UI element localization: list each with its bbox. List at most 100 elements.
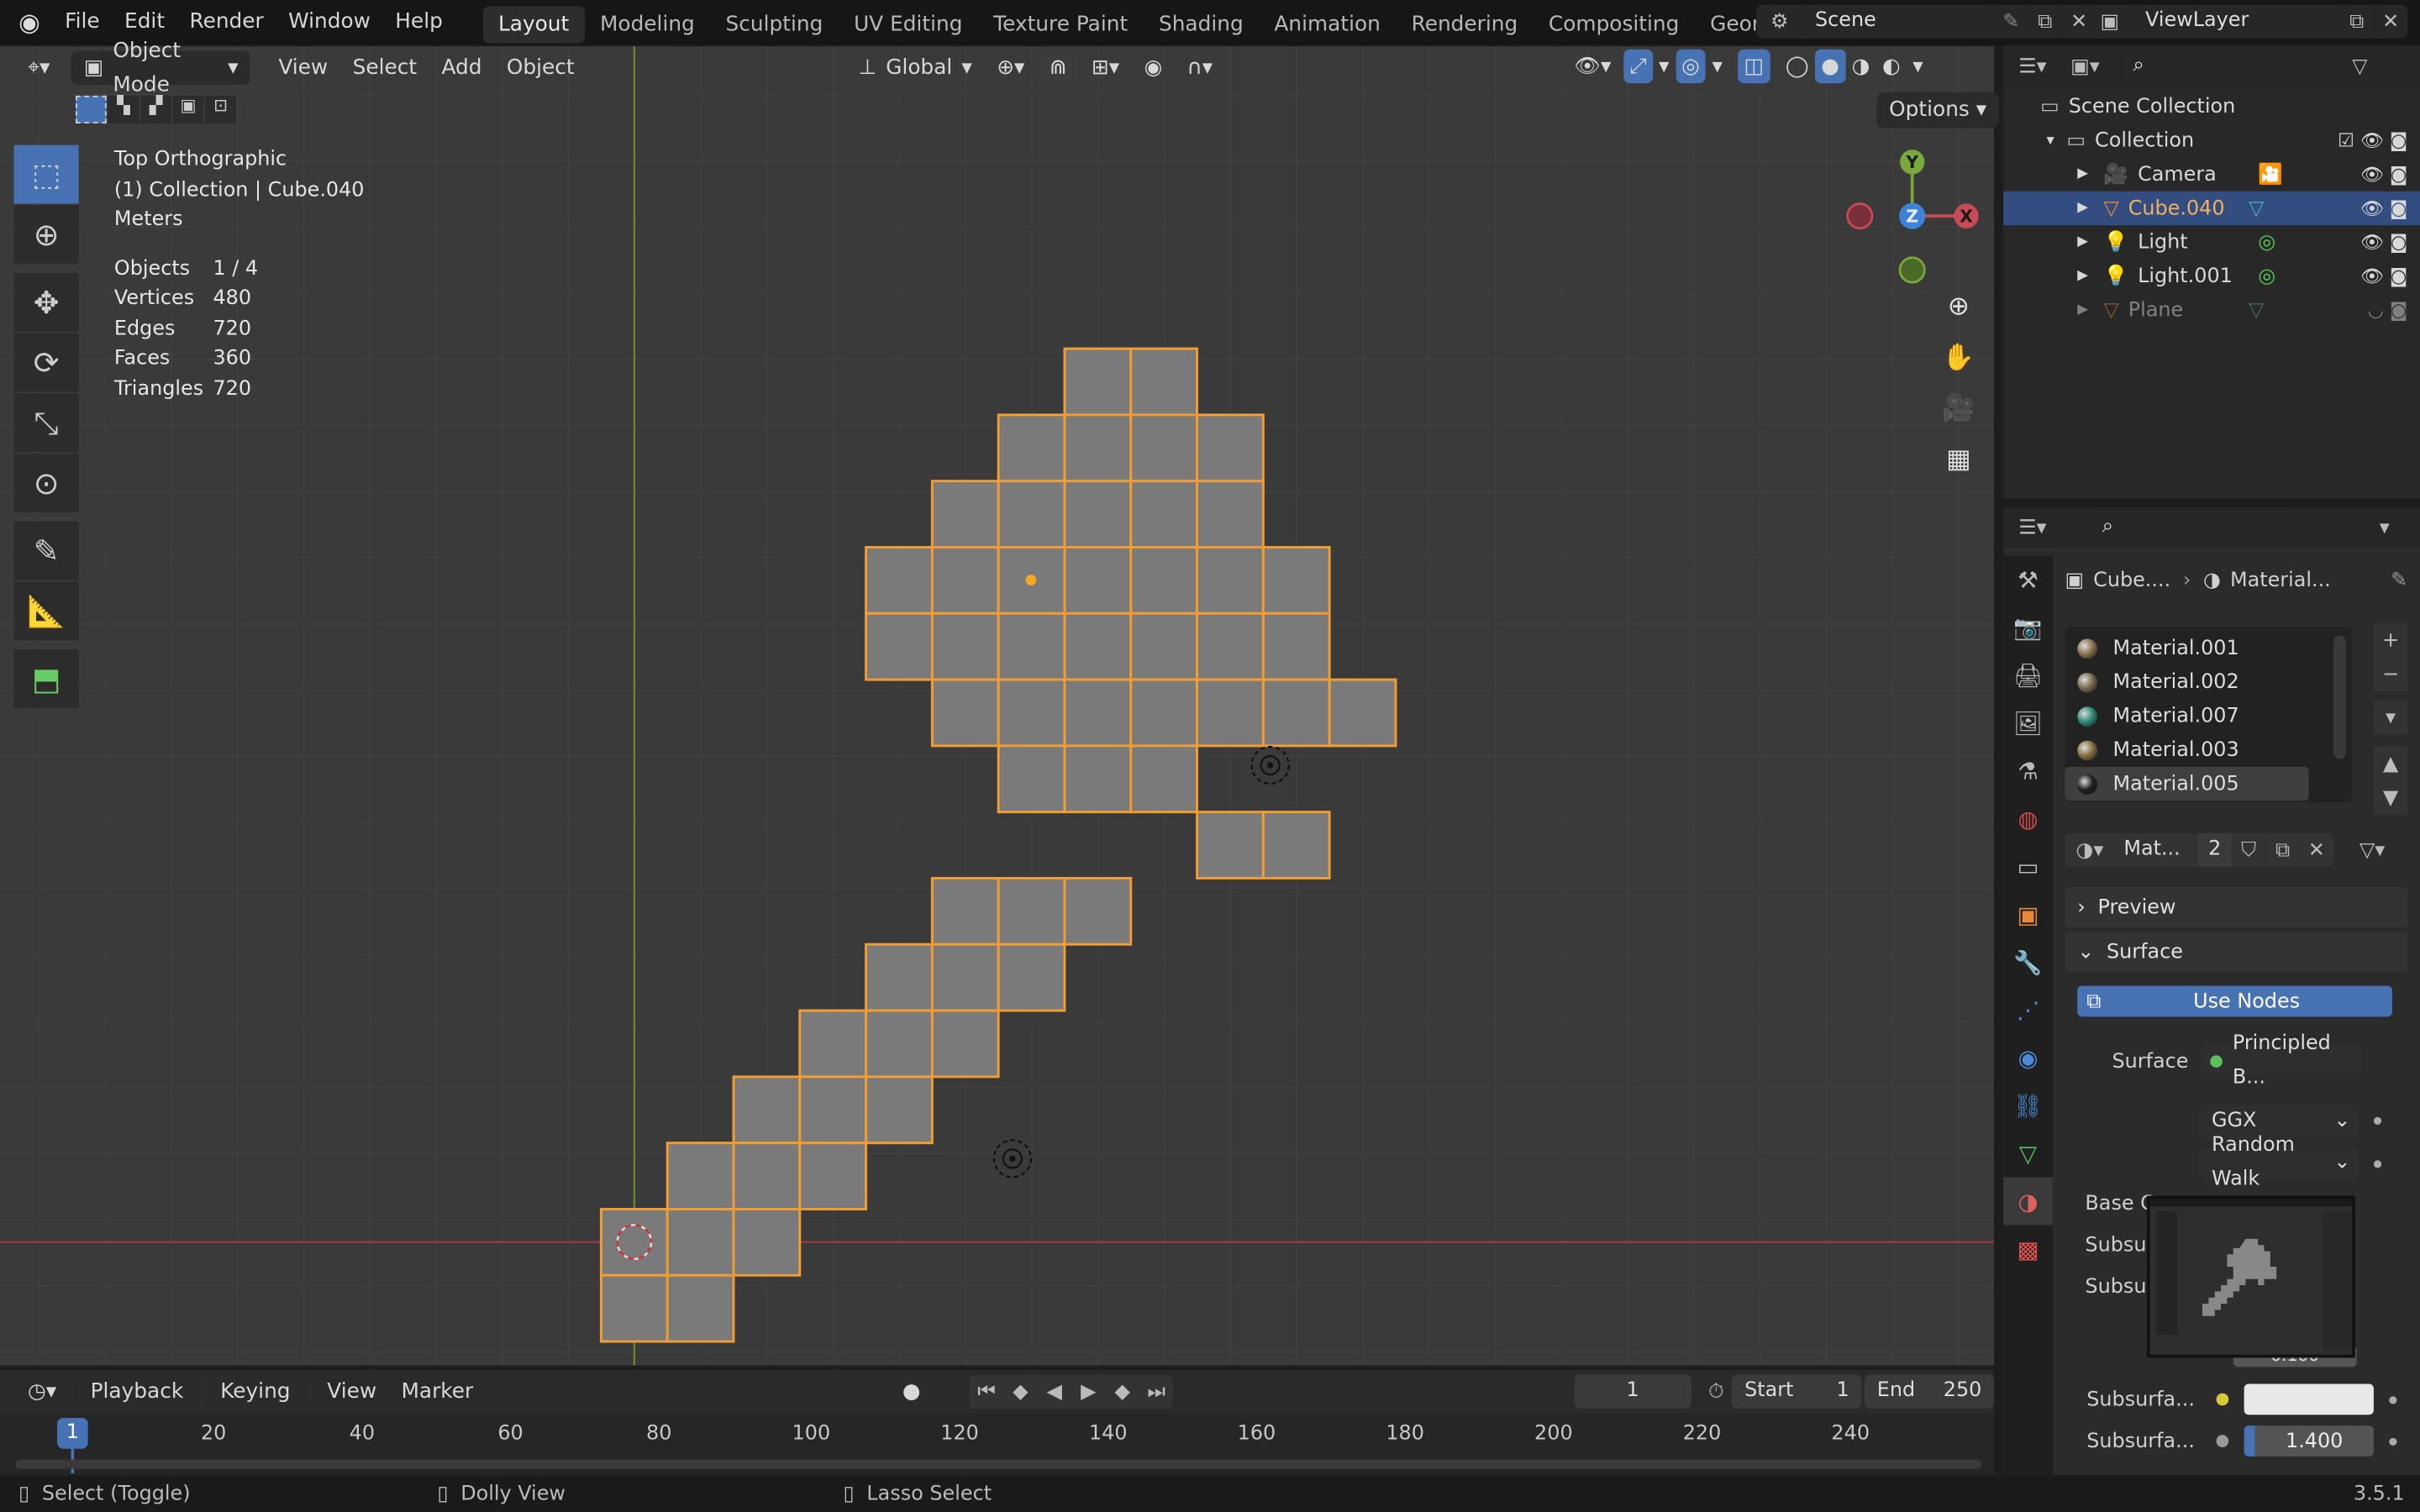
particles-tab-icon[interactable]: ⋰ [2003, 986, 2053, 1034]
tab-rendering[interactable]: Rendering [1396, 6, 1533, 43]
breadcrumb-material[interactable]: Material... [2230, 569, 2331, 592]
auto-keying-icon[interactable]: ● ▾ [892, 1374, 945, 1438]
output-tab-icon[interactable]: 🖨 [2003, 651, 2053, 699]
duplicate-material-icon[interactable]: ⧉ [2265, 832, 2300, 868]
material-slot[interactable]: Material.002 [2065, 665, 2353, 699]
outliner-item-plane[interactable]: ▶ ▽ Plane ▽ ◡ ◙ [2003, 293, 2420, 327]
move-down-icon[interactable]: ▼ [2373, 780, 2408, 815]
snap-icon[interactable]: ⋒ [1037, 50, 1080, 85]
fake-user-icon[interactable]: ⛉ [2231, 832, 2266, 868]
move-tool-icon[interactable]: ✥ [13, 273, 79, 332]
keying-menu[interactable]: Keying ▾ [208, 1374, 315, 1438]
rotate-tool-icon[interactable]: ⟳ [13, 333, 79, 392]
scene-icon[interactable]: ⚙ [1756, 4, 1803, 39]
menu-window[interactable]: Window [276, 0, 382, 45]
outliner-item-camera[interactable]: ▶ 🎥 Camera 🎦 👁 ◙ [2003, 157, 2420, 191]
visibility-icon[interactable]: 👁▾ [1562, 50, 1623, 83]
view-layer-name-field[interactable]: ViewLayer [2133, 4, 2340, 39]
jump-start-icon[interactable]: ⏮ [970, 1375, 1003, 1409]
tool-tab-icon[interactable]: ⚒ [2003, 555, 2053, 603]
menu-view[interactable]: View [315, 1375, 389, 1409]
tab-compositing[interactable]: Compositing [1534, 6, 1695, 43]
pin-icon[interactable]: ✎ [1994, 4, 2028, 39]
screenshot-thumbnail[interactable] [2146, 1195, 2355, 1358]
options-dropdown[interactable]: Options ▾ [1876, 92, 1999, 129]
subsurface-ior-slider[interactable]: 1.400 [2244, 1425, 2374, 1457]
expand-arrow-icon[interactable]: ▶ [2077, 234, 2088, 249]
object-tab-icon[interactable]: ▣ [2003, 890, 2053, 938]
editor-type-icon[interactable]: ⌖▾ [15, 50, 62, 84]
preview-panel-header[interactable]: › Preview [2065, 887, 2408, 927]
subsurface-method-dropdown[interactable]: Random Walk ⌄ [2199, 1134, 2359, 1191]
new-view-layer-icon[interactable]: ⧉ [2339, 4, 2374, 39]
jump-keyframe-forward-icon[interactable]: ◆ [1105, 1375, 1139, 1409]
properties-editor-icon[interactable]: ☰▾ [2016, 511, 2049, 544]
solid-shading-icon[interactable]: ● [1814, 49, 1846, 84]
scene-tab-icon[interactable]: ⚗ [2003, 747, 2053, 795]
physics-tab-icon[interactable]: ◉ [2003, 1034, 2053, 1082]
overlay-dropdown-icon[interactable]: ▾ [1706, 50, 1728, 83]
proportional-edit-icon[interactable]: ◉ [1132, 50, 1175, 84]
measure-tool-icon[interactable]: 📐 [13, 581, 79, 641]
gizmo-toggle-icon[interactable]: ⤢ [1623, 49, 1653, 84]
end-frame-field[interactable]: End 250 [1865, 1374, 1995, 1409]
play-icon[interactable]: ▶ [1071, 1375, 1105, 1409]
shading-dropdown-icon[interactable]: ▾ [1907, 50, 1929, 83]
annotate-tool-icon[interactable]: ✎ [13, 521, 79, 580]
view-layer-icon[interactable]: ▣ [2086, 4, 2133, 39]
properties-search-input[interactable]: ⌕ [2092, 510, 2291, 545]
material-slot[interactable]: Material.003 [2065, 732, 2353, 766]
scale-tool-icon[interactable]: ⤡ [13, 393, 79, 453]
user-count-button[interactable]: 2 [2197, 832, 2232, 868]
timeline-scrollbar[interactable] [15, 1459, 1982, 1469]
surface-shader-field[interactable]: Principled B... [2201, 1032, 2362, 1089]
expand-arrow-icon[interactable]: ▶ [2077, 269, 2088, 284]
select-intersect-icon[interactable]: ⊡ [205, 95, 237, 123]
transform-orientation[interactable]: ⊥ Global ▾ [846, 50, 985, 84]
neg-y-axis-handle[interactable] [1898, 256, 1926, 284]
link-type-icon[interactable]: ▽▾ [2349, 833, 2396, 867]
material-list-scrollbar[interactable] [2333, 635, 2346, 759]
pan-hand-icon[interactable]: ✋ [1937, 336, 1980, 379]
display-mode-icon[interactable]: ▣▾ [2068, 50, 2102, 83]
play-reverse-icon[interactable]: ◀ [1038, 1375, 1071, 1409]
render-tab-icon[interactable]: 📷 [2003, 603, 2053, 651]
expand-arrow-icon[interactable]: ▶ [2077, 166, 2088, 181]
jump-end-icon[interactable]: ⏭ [1139, 1375, 1173, 1409]
snap-target-icon[interactable]: ⊞▾ [1079, 50, 1132, 84]
visibility-icon[interactable]: 👁 ◙ [2360, 265, 2407, 287]
menu-add[interactable]: Add [429, 50, 494, 84]
select-box-tool-icon[interactable]: ⬚ [13, 144, 79, 204]
mode-selector[interactable]: ▣ Object Mode ▾ [71, 38, 251, 97]
tab-animation[interactable]: Animation [1259, 6, 1396, 43]
modifier-tab-icon[interactable]: 🔧 [2003, 938, 2053, 986]
collection-row[interactable]: ▾ ▭ Collection ☑ 👁 ◙ [2003, 123, 2420, 157]
expand-arrow-icon[interactable]: ▶ [2077, 302, 2088, 318]
expand-arrow-icon[interactable]: ▶ [2077, 201, 2088, 216]
menu-view[interactable]: View [266, 50, 340, 84]
timeline-ruler[interactable]: 20 40 60 80 100 120 140 160 180 200 220 240 1 [0, 1413, 1995, 1475]
tab-texture-paint[interactable]: Texture Paint [978, 6, 1144, 43]
current-frame-marker[interactable]: 1 [56, 1417, 88, 1449]
checkbox-icon[interactable]: ☑ 👁 ◙ [2338, 129, 2407, 151]
expand-arrow-icon[interactable]: ▾ [2047, 132, 2054, 149]
visibility-icon[interactable]: 👁 ◙ [2360, 197, 2407, 219]
visibility-icon[interactable]: 👁 ◙ [2360, 164, 2407, 186]
zoom-icon[interactable]: ⊕ [1937, 286, 1980, 328]
delete-view-layer-icon[interactable]: ✕ [2373, 4, 2408, 39]
world-tab-icon[interactable]: ◍ [2003, 795, 2053, 843]
pin-icon[interactable]: ✎ [2391, 569, 2407, 592]
material-slot[interactable]: Material.005 [2065, 766, 2309, 801]
visibility-icon[interactable]: 👁 ◙ [2360, 232, 2407, 254]
breadcrumb-object[interactable]: Cube.... [2093, 569, 2170, 592]
material-slot[interactable]: Material.007 [2065, 699, 2353, 732]
camera-view-icon[interactable]: 🎥 [1937, 387, 1980, 430]
menu-select[interactable]: Select [340, 50, 429, 84]
material-browse-icon[interactable]: ◑▾ [2065, 832, 2115, 868]
menu-object[interactable]: Object [494, 50, 587, 84]
view-layer-tab-icon[interactable]: 🖼 [2003, 699, 2053, 747]
scene-collection-row[interactable]: ▭ Scene Collection [2003, 90, 2420, 123]
select-subtract-icon[interactable]: ▞ [140, 95, 171, 123]
subsurface-color-swatch[interactable] [2244, 1383, 2374, 1415]
navigation-gizmo[interactable]: Y X Z [1844, 146, 1983, 285]
